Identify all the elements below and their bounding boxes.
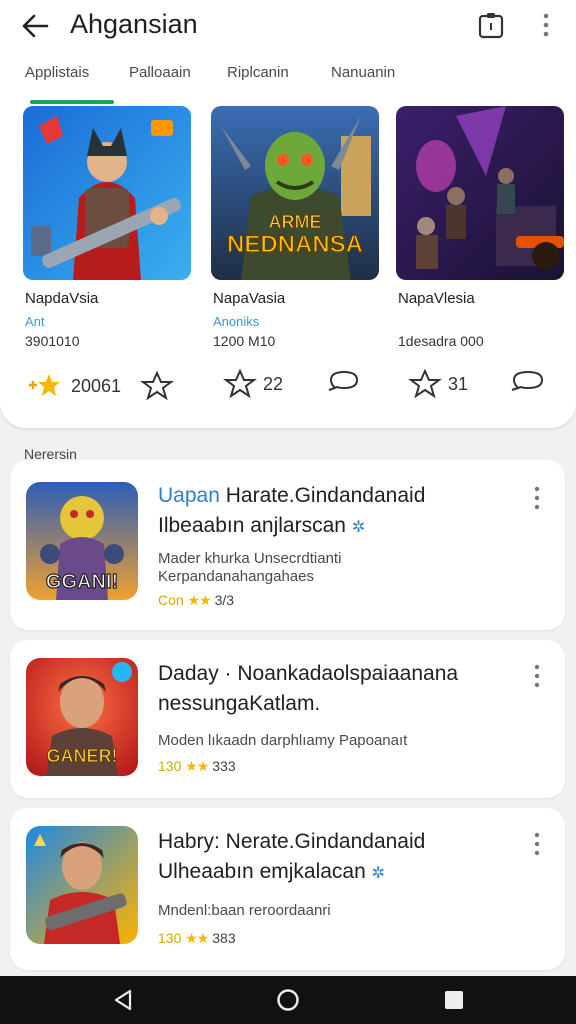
item-title: Uapan Harate.Gindandanaid <box>158 484 425 508</box>
game-thumbnail[interactable] <box>396 106 564 280</box>
clipboard-icon[interactable] <box>478 11 504 39</box>
rating-stars-icon: ★★ <box>185 758 209 774</box>
download-count: 3901010 <box>25 333 80 349</box>
card-actions-1: 20061 <box>23 364 191 404</box>
like-count: 31 <box>448 374 469 394</box>
app-icon[interactable]: GANER! <box>26 658 138 776</box>
item-title-rest: Harate.Gindandanaid <box>219 484 426 507</box>
like-count: 20061 <box>71 376 122 396</box>
back-arrow-icon[interactable] <box>20 12 50 40</box>
app-category: Ant <box>25 314 45 329</box>
app-name: NapaVlesia <box>398 290 475 307</box>
icon-art-text: GGANI! <box>46 571 118 593</box>
app-icon[interactable]: GGANI! <box>26 482 138 600</box>
app-name: NapaVasia <box>213 290 286 307</box>
download-count: 1desadra 000 <box>398 333 484 349</box>
game-thumbnail[interactable]: ARME NEDNANSA <box>211 106 379 280</box>
more-vert-icon[interactable] <box>532 832 542 856</box>
item-title: Habry: Nerate.Gindandanaid <box>158 830 426 853</box>
item-title-line2: Ulheaabın emjkalacan ✲ <box>158 860 386 883</box>
icon-art-text: GANER! <box>47 746 118 766</box>
star-outline-icon[interactable] <box>408 368 442 398</box>
like-count: 22 <box>263 374 284 394</box>
item-subtitle: Moden lıkaadn darphlıamy Papoanaıt <box>158 732 408 749</box>
card-actions-2: 22 <box>211 364 379 404</box>
item-rating: Con ★★ 3/3 <box>158 592 235 608</box>
item-title-line2: Ilbeaabın anjlarscan ✲ <box>158 514 366 537</box>
app-category: Anoniks <box>213 314 260 329</box>
featured-card[interactable]: ARME NEDNANSA NapaVasia Anoniks 1200 M10 <box>211 106 379 349</box>
triangle-back-icon[interactable] <box>112 988 136 1012</box>
card-actions-3: 31 <box>396 364 564 404</box>
rating-stars-icon: ★★ <box>185 930 209 946</box>
rating-stars-icon: ★★ <box>187 592 212 608</box>
thumbnail-art-text: ARME <box>269 212 322 232</box>
item-title-prefix: Uapan <box>158 484 220 507</box>
list-item[interactable]: GGANI! Uapan Harate.Gindandanaid Ilbeaab… <box>10 460 565 630</box>
tab-indicator <box>30 100 114 104</box>
more-vert-icon[interactable] <box>532 486 542 510</box>
featured-card[interactable]: NapdaVsia Ant 3901010 <box>23 106 191 349</box>
tab-palloaain[interactable]: Palloaain <box>129 64 191 81</box>
star-filled-icon[interactable] <box>27 372 61 398</box>
app-name: NapdaVsia <box>25 290 99 307</box>
star-outline-icon[interactable] <box>223 368 257 398</box>
tab-bar: Applistais Palloaain Riplcanin Nanuanin <box>0 52 576 104</box>
list-item[interactable]: GANER! Daday · Noankadaolspaiaanana ness… <box>10 640 565 798</box>
comment-bubble-icon[interactable] <box>508 368 548 400</box>
circle-home-icon[interactable] <box>276 988 300 1012</box>
app-icon[interactable] <box>26 826 138 944</box>
tab-nanuanin[interactable]: Nanuanin <box>331 64 395 81</box>
tab-riplcanin[interactable]: Riplcanin <box>227 64 289 81</box>
badge-icon: ✲ <box>351 519 366 536</box>
game-thumbnail[interactable] <box>23 106 191 280</box>
item-title-line2: nessungaKatlam. <box>158 692 321 715</box>
system-nav-bar <box>0 976 576 1024</box>
app-bar: Ahgansian <box>0 0 576 52</box>
thumbnail-art-text: NEDNANSA <box>227 231 363 258</box>
item-subtitle: Mader khurka Unsecrdtianti <box>158 550 342 567</box>
more-vert-icon[interactable] <box>532 664 542 688</box>
item-subtitle: Mndenl:baan reroordaanri <box>158 902 331 919</box>
square-recents-icon[interactable] <box>444 990 464 1010</box>
comment-bubble-icon[interactable] <box>325 368 363 400</box>
item-subtitle-2: Kerpandanahangahaes <box>158 568 314 585</box>
list-item[interactable]: Habry: Nerate.Gindandanaid Ulheaabın emj… <box>10 808 565 970</box>
badge-icon: ✲ <box>371 865 386 882</box>
item-title: Daday · Noankadaolspaiaanana <box>158 662 459 685</box>
item-rating: 130 ★★ 333 <box>158 758 236 774</box>
tab-applistais[interactable]: Applistais <box>25 64 89 81</box>
featured-card[interactable]: NapaVlesia 1desadra 000 <box>396 106 564 349</box>
page-title: Ahgansian <box>70 9 198 39</box>
featured-panel: Applistais Palloaain Riplcanin Nanuanin … <box>0 52 576 428</box>
star-outline-icon[interactable] <box>139 370 175 400</box>
more-vert-icon[interactable] <box>540 12 552 38</box>
download-count: 1200 M10 <box>213 333 276 349</box>
item-rating: 130 ★★ 383 <box>158 930 236 946</box>
